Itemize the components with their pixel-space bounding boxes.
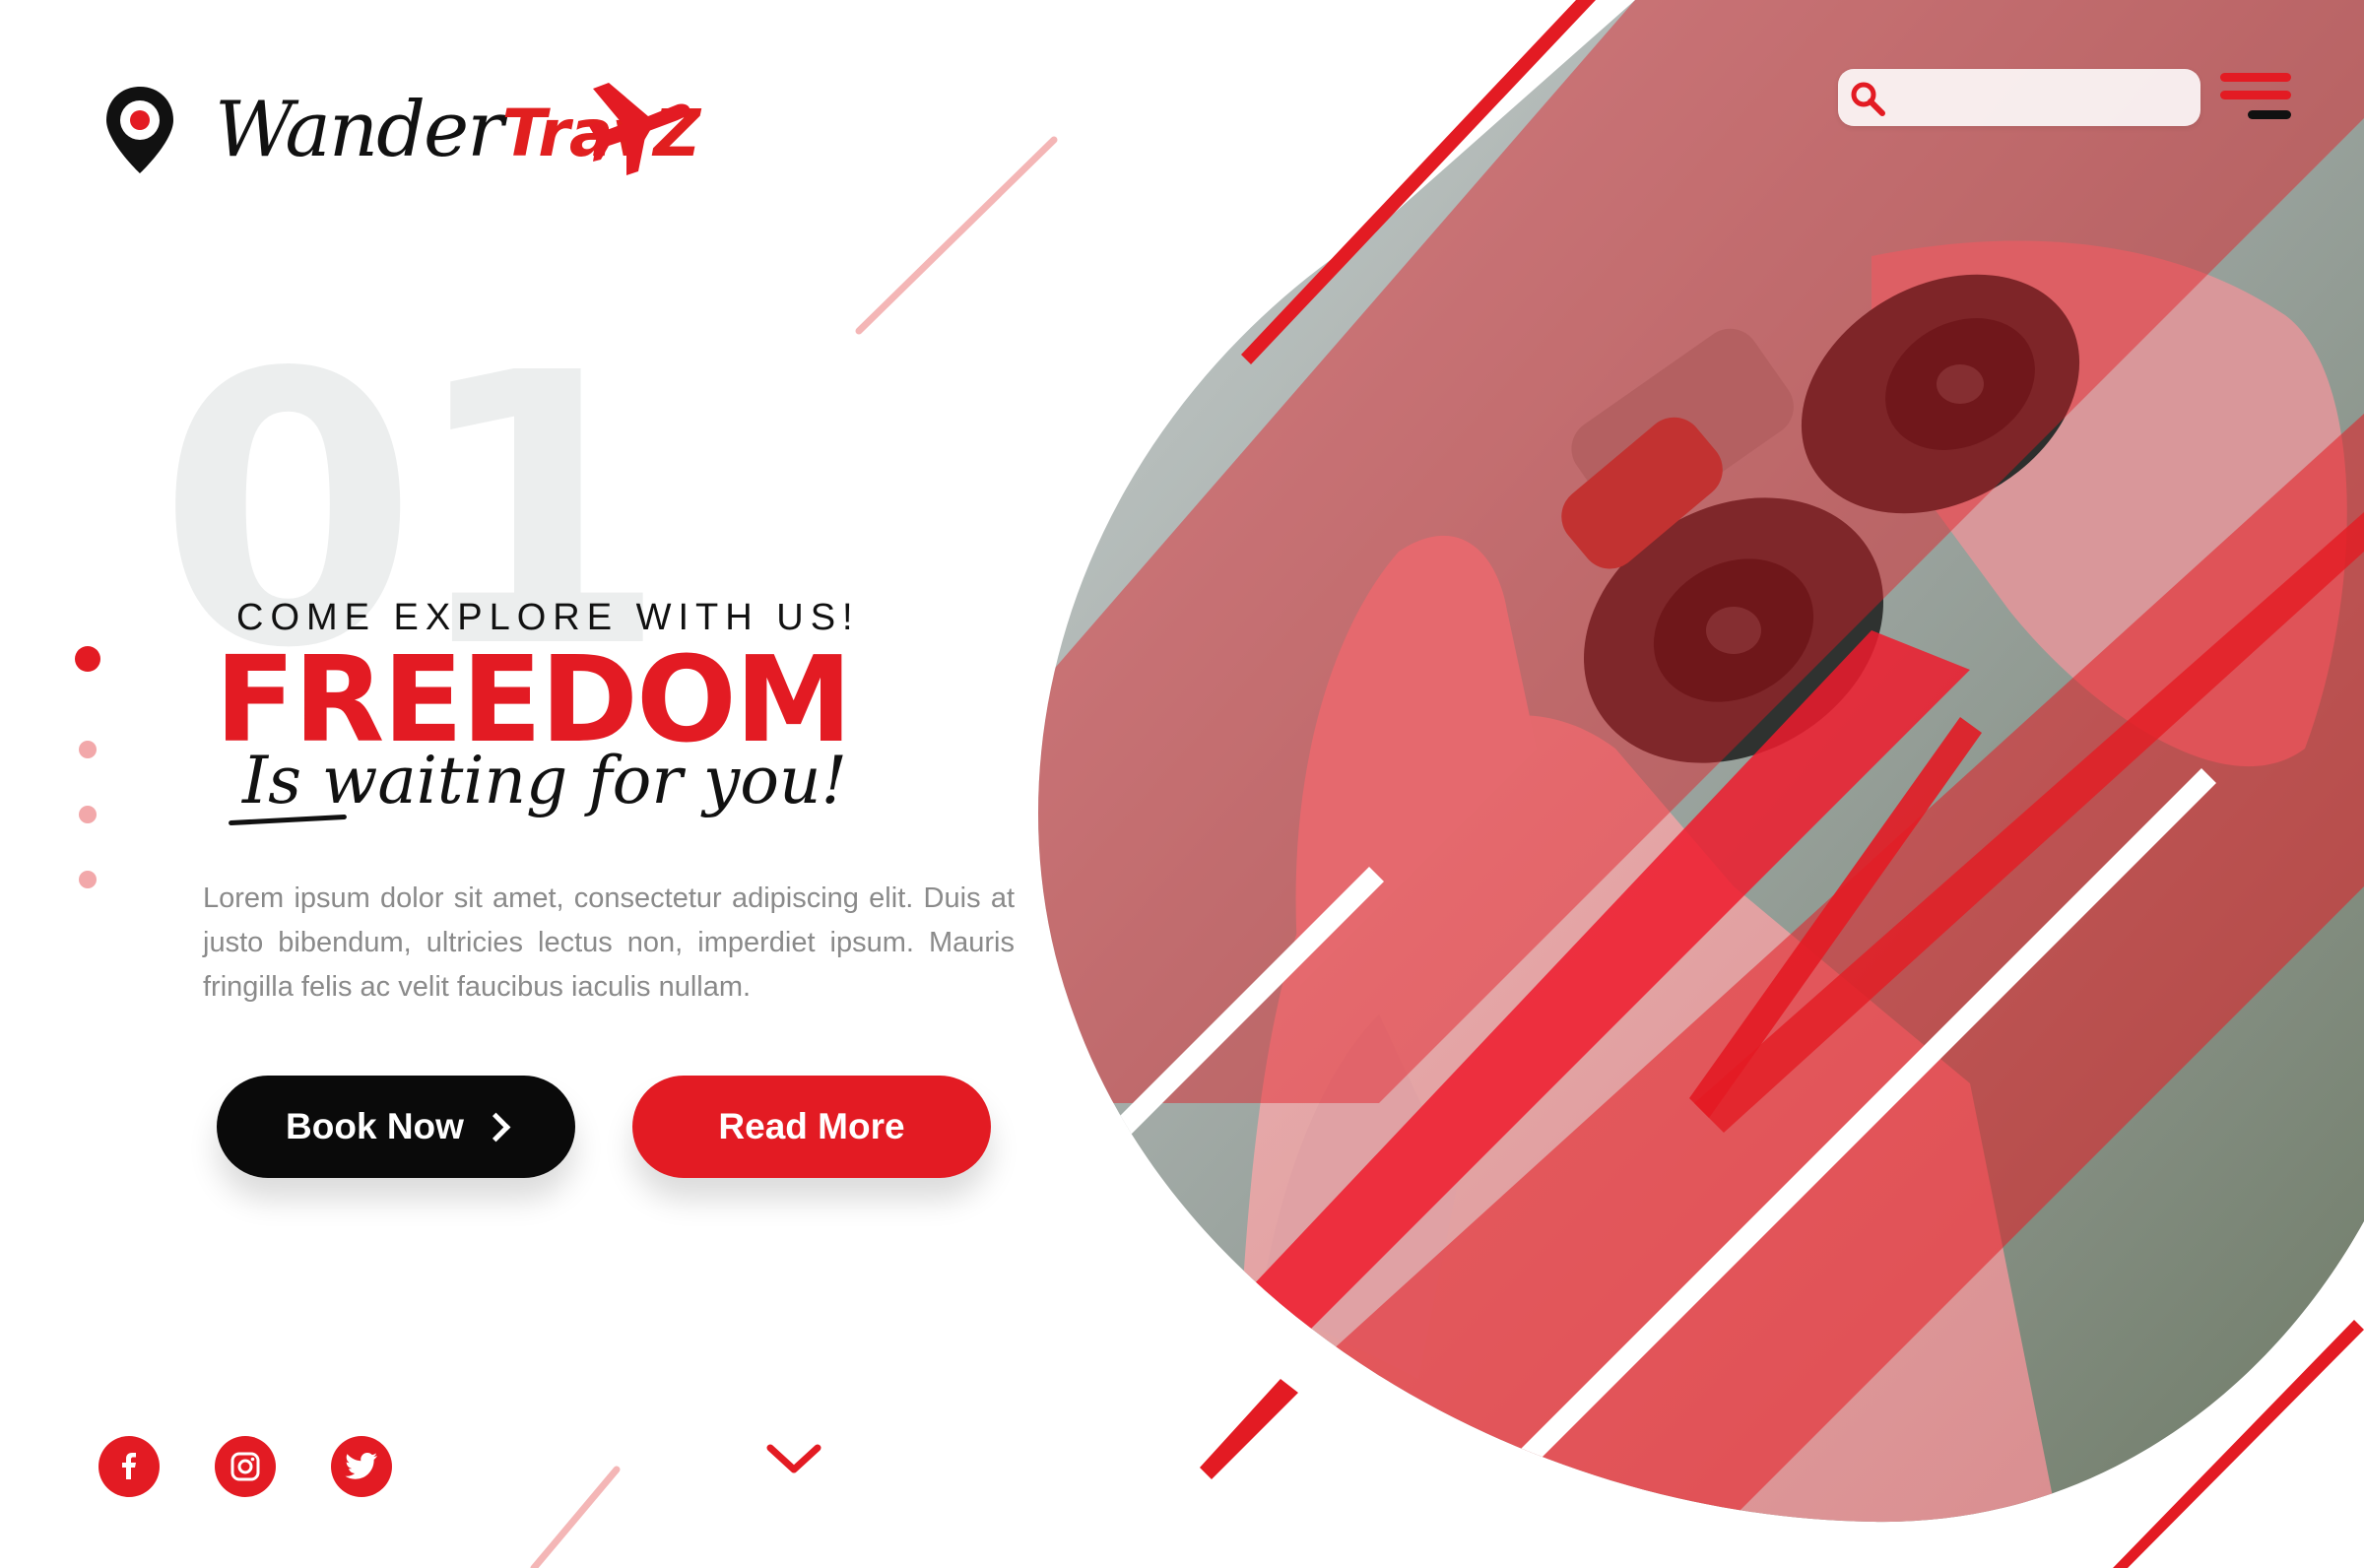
pagination-dot[interactable] [79,871,97,888]
book-now-label: Book Now [286,1106,464,1146]
brand-name-part1: Wander [215,86,504,174]
pagination-dot-active[interactable] [75,646,100,672]
read-more-label: Read More [718,1106,905,1146]
location-pin-icon [106,87,173,173]
hero-body-text: Lorem ipsum dolor sit amet, consectetur … [203,882,1015,1003]
pagination-dot[interactable] [79,806,97,823]
facebook-glyph [122,1453,136,1479]
hero-script-subtitle: Is waiting for you! [242,743,847,818]
instagram-glyph [230,1452,260,1481]
instagram-icon[interactable] [215,1436,276,1497]
chevron-right-icon [481,1112,511,1142]
read-more-button[interactable]: Read More [632,1076,991,1178]
book-now-button[interactable]: Book Now [217,1076,575,1178]
pagination-dot[interactable] [79,741,97,758]
twitter-icon[interactable] [331,1436,392,1497]
search-icon[interactable] [1848,79,1887,118]
twitter-glyph [345,1453,377,1479]
facebook-icon[interactable] [98,1436,160,1497]
search-input[interactable] [1838,69,2200,126]
hamburger-menu-icon[interactable] [2216,73,2291,128]
chevron-down-icon[interactable] [764,1440,823,1479]
airplane-icon [589,83,690,175]
